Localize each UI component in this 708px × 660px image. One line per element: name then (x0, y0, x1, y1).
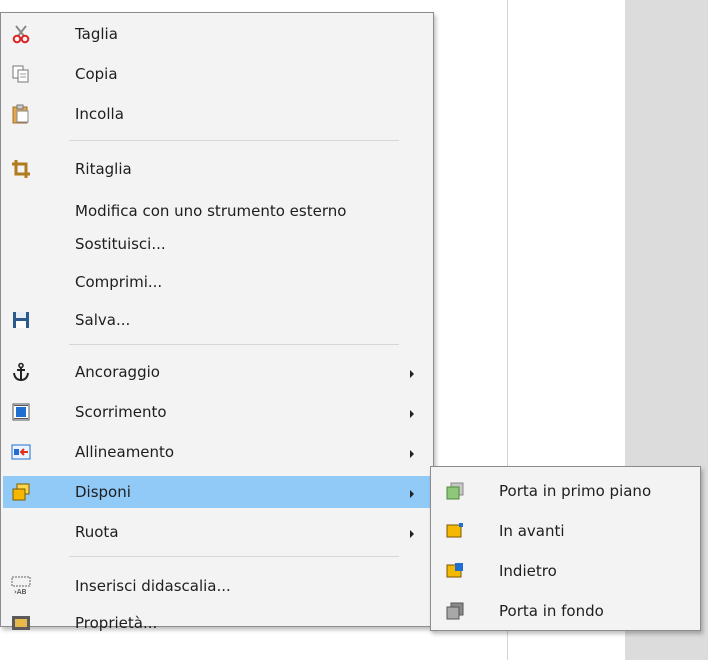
copy-icon (11, 64, 31, 84)
submenu-item-bring-to-front[interactable]: Porta in primo piano (433, 475, 698, 507)
menu-item-label: Comprimi... (75, 273, 163, 291)
menu-separator (69, 140, 399, 141)
svg-text:›AB: ›AB (14, 588, 27, 596)
menu-item-arrange[interactable]: Disponi (3, 476, 431, 508)
send-backward-icon (445, 561, 465, 581)
menu-item-replace[interactable]: Sostituisci... (3, 228, 431, 260)
scissors-icon (11, 24, 31, 44)
submenu-item-send-to-back[interactable]: Porta in fondo (433, 595, 698, 627)
menu-item-label: Proprietà... (75, 614, 158, 632)
paste-icon (11, 104, 31, 124)
menu-item-label: Taglia (75, 25, 118, 43)
menu-item-save[interactable]: Salva... (3, 304, 431, 336)
menu-item-cut[interactable]: Taglia (3, 18, 431, 50)
menu-item-edit-external[interactable]: Modifica con uno strumento esterno (3, 195, 431, 227)
submenu-item-label: Indietro (499, 562, 557, 580)
context-menu: Taglia Copia Incolla Ritaglia Modifica c… (0, 12, 434, 632)
submenu-arrow-icon (410, 370, 414, 378)
menu-item-label: Salva... (75, 311, 131, 329)
menu-item-label: Allineamento (75, 443, 175, 461)
submenu-item-label: Porta in fondo (499, 602, 604, 620)
crop-icon (11, 159, 31, 179)
bring-forward-icon (445, 521, 465, 541)
align-icon (11, 442, 31, 462)
menu-item-label: Copia (75, 65, 118, 83)
menu-item-label: Sostituisci... (75, 235, 166, 253)
caption-icon: ›AB (11, 576, 31, 596)
submenu-arrow-icon (410, 410, 414, 418)
menu-item-insert-caption[interactable]: ›AB Inserisci didascalia... (3, 570, 431, 602)
bring-to-front-icon (445, 481, 465, 501)
submenu-item-label: In avanti (499, 522, 565, 540)
arrange-submenu: Porta in primo piano In avanti Indietro … (430, 466, 701, 631)
menu-item-label: Ruota (75, 523, 119, 541)
wrap-icon (11, 402, 31, 422)
menu-item-wrap[interactable]: Scorrimento (3, 396, 431, 428)
send-to-back-icon (445, 601, 465, 621)
menu-item-crop[interactable]: Ritaglia (3, 153, 431, 185)
menu-item-rotate[interactable]: Ruota (3, 516, 431, 548)
menu-item-label: Incolla (75, 105, 124, 123)
menu-item-properties[interactable]: Proprietà... (3, 607, 431, 639)
menu-item-label: Scorrimento (75, 403, 167, 421)
menu-item-compress[interactable]: Comprimi... (3, 266, 431, 298)
menu-item-label: Ancoraggio (75, 363, 160, 381)
submenu-arrow-icon (410, 450, 414, 458)
menu-item-align[interactable]: Allineamento (3, 436, 431, 468)
menu-item-label: Inserisci didascalia... (75, 577, 231, 595)
submenu-item-send-backward[interactable]: Indietro (433, 555, 698, 587)
anchor-icon (11, 362, 31, 382)
menu-item-paste[interactable]: Incolla (3, 98, 431, 130)
menu-separator (69, 344, 399, 345)
menu-item-label: Disponi (75, 483, 131, 501)
save-icon (11, 310, 31, 330)
menu-item-label: Modifica con uno strumento esterno (75, 202, 347, 220)
menu-item-copy[interactable]: Copia (3, 58, 431, 90)
properties-icon (11, 613, 31, 633)
submenu-item-bring-forward[interactable]: In avanti (433, 515, 698, 547)
menu-item-label: Ritaglia (75, 160, 132, 178)
submenu-arrow-icon (410, 530, 414, 538)
menu-item-anchor[interactable]: Ancoraggio (3, 356, 431, 388)
submenu-arrow-icon (410, 490, 414, 498)
menu-separator (69, 556, 399, 557)
arrange-icon (11, 482, 31, 502)
submenu-item-label: Porta in primo piano (499, 482, 652, 500)
